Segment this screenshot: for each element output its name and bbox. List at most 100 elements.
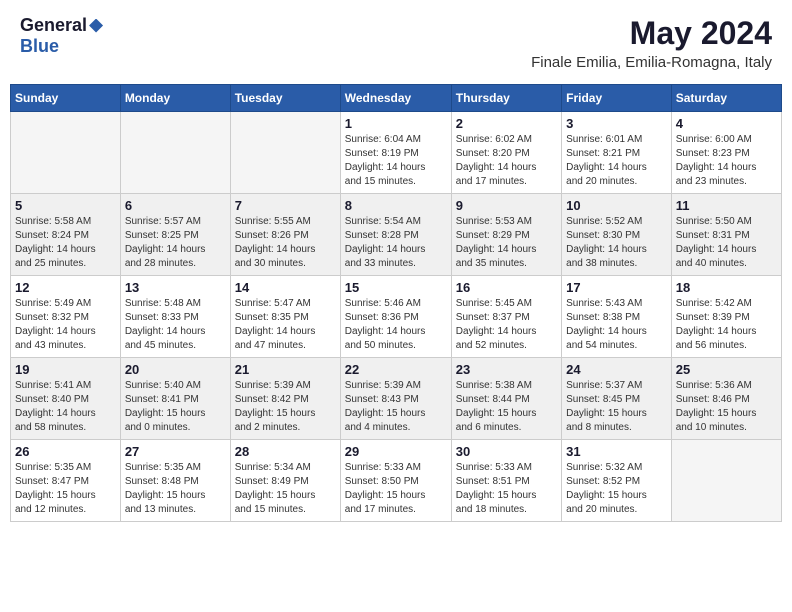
calendar-cell: 4Sunrise: 6:00 AM Sunset: 8:23 PM Daylig… [671,112,781,194]
day-info: Sunrise: 5:57 AM Sunset: 8:25 PM Dayligh… [125,215,226,271]
day-number: 14 [235,280,336,295]
logo-general-text: General [20,15,87,36]
day-header-monday: Monday [120,85,230,112]
day-number: 27 [125,444,226,459]
day-header-thursday: Thursday [451,85,561,112]
day-number: 21 [235,362,336,377]
day-header-wednesday: Wednesday [340,85,451,112]
day-info: Sunrise: 5:33 AM Sunset: 8:50 PM Dayligh… [345,461,447,517]
calendar-cell: 5 Sunrise: 5:58 AM Sunset: 8:24 PM Daylig… [11,194,121,276]
calendar-cell: 15 Sunrise: 5:46 AM Sunset: 8:36 PM Dayli… [340,276,451,358]
calendar-week-3: 12 Sunrise: 5:49 AM Sunset: 8:32 PM Dayli… [11,276,782,358]
day-info: Sunrise: 5:38 AM Sunset: 8:44 PM Dayligh… [456,379,557,435]
day-number: 11 [676,198,777,213]
day-info: Sunrise: 5:40 AM Sunset: 8:41 PM Dayligh… [125,379,226,435]
calendar-cell [11,112,121,194]
page-header: General Blue May 2024 Finale Emilia, Emi… [10,10,782,76]
calendar-cell: 8 Sunrise: 5:54 AM Sunset: 8:28 PM Daylig… [340,194,451,276]
calendar-week-5: 26Sunrise: 5:35 AM Sunset: 8:47 PM Dayli… [11,440,782,522]
calendar-cell: 19 Sunrise: 5:41 AM Sunset: 8:40 PM Dayli… [11,358,121,440]
calendar-cell: 16 Sunrise: 5:45 AM Sunset: 8:37 PM Dayli… [451,276,561,358]
day-number: 15 [345,280,447,295]
day-number: 3 [566,116,667,131]
calendar-week-1: 1 Sunrise: 6:04 AM Sunset: 8:19 PM Daylig… [11,112,782,194]
calendar-cell: 13 Sunrise: 5:48 AM Sunset: 8:33 PM Dayli… [120,276,230,358]
calendar-cell: 25 Sunrise: 5:36 AM Sunset: 8:46 PM Dayli… [671,358,781,440]
day-info: Sunrise: 6:02 AM Sunset: 8:20 PM Dayligh… [456,133,557,189]
day-number: 12 [15,280,116,295]
day-info: Sunrise: 5:52 AM Sunset: 8:30 PM Dayligh… [566,215,667,271]
day-number: 9 [456,198,557,213]
day-info: Sunrise: 5:58 AM Sunset: 8:24 PM Dayligh… [15,215,116,271]
day-info: Sunrise: 5:53 AM Sunset: 8:29 PM Dayligh… [456,215,557,271]
day-info: Sunrise: 5:35 AM Sunset: 8:48 PM Dayligh… [125,461,226,517]
day-number: 8 [345,198,447,213]
calendar-cell: 9 Sunrise: 5:53 AM Sunset: 8:29 PM Daylig… [451,194,561,276]
day-number: 16 [456,280,557,295]
day-info: Sunrise: 5:47 AM Sunset: 8:35 PM Dayligh… [235,297,336,353]
day-number: 4 [676,116,777,131]
calendar-cell: 24Sunrise: 5:37 AM Sunset: 8:45 PM Dayli… [562,358,672,440]
calendar-cell: 30 Sunrise: 5:33 AM Sunset: 8:51 PM Dayli… [451,440,561,522]
day-info: Sunrise: 5:54 AM Sunset: 8:28 PM Dayligh… [345,215,447,271]
calendar-cell: 31Sunrise: 5:32 AM Sunset: 8:52 PM Dayli… [562,440,672,522]
calendar-cell: 6 Sunrise: 5:57 AM Sunset: 8:25 PM Daylig… [120,194,230,276]
day-number: 1 [345,116,447,131]
day-number: 7 [235,198,336,213]
calendar-cell: 29Sunrise: 5:33 AM Sunset: 8:50 PM Dayli… [340,440,451,522]
calendar-cell [120,112,230,194]
calendar-cell [671,440,781,522]
calendar-cell: 21 Sunrise: 5:39 AM Sunset: 8:42 PM Dayli… [230,358,340,440]
day-number: 5 [15,198,116,213]
day-number: 23 [456,362,557,377]
day-number: 6 [125,198,226,213]
calendar-cell: 20Sunrise: 5:40 AM Sunset: 8:41 PM Dayli… [120,358,230,440]
day-number: 22 [345,362,447,377]
day-info: Sunrise: 5:43 AM Sunset: 8:38 PM Dayligh… [566,297,667,353]
day-number: 30 [456,444,557,459]
day-info: Sunrise: 6:04 AM Sunset: 8:19 PM Dayligh… [345,133,447,189]
day-number: 19 [15,362,116,377]
day-info: Sunrise: 5:50 AM Sunset: 8:31 PM Dayligh… [676,215,777,271]
day-info: Sunrise: 6:01 AM Sunset: 8:21 PM Dayligh… [566,133,667,189]
calendar-cell: 17 Sunrise: 5:43 AM Sunset: 8:38 PM Dayli… [562,276,672,358]
calendar-cell: 27 Sunrise: 5:35 AM Sunset: 8:48 PM Dayli… [120,440,230,522]
day-header-saturday: Saturday [671,85,781,112]
day-number: 13 [125,280,226,295]
calendar-cell: 23 Sunrise: 5:38 AM Sunset: 8:44 PM Dayli… [451,358,561,440]
calendar-cell: 26Sunrise: 5:35 AM Sunset: 8:47 PM Dayli… [11,440,121,522]
day-number: 17 [566,280,667,295]
calendar-cell: 1 Sunrise: 6:04 AM Sunset: 8:19 PM Daylig… [340,112,451,194]
day-number: 25 [676,362,777,377]
day-number: 18 [676,280,777,295]
calendar-cell: 2Sunrise: 6:02 AM Sunset: 8:20 PM Daylig… [451,112,561,194]
day-number: 28 [235,444,336,459]
day-header-friday: Friday [562,85,672,112]
logo-blue-text: Blue [20,36,59,57]
day-info: Sunrise: 5:33 AM Sunset: 8:51 PM Dayligh… [456,461,557,517]
day-info: Sunrise: 5:46 AM Sunset: 8:36 PM Dayligh… [345,297,447,353]
day-number: 24 [566,362,667,377]
calendar-cell: 18 Sunrise: 5:42 AM Sunset: 8:39 PM Dayli… [671,276,781,358]
day-info: Sunrise: 5:41 AM Sunset: 8:40 PM Dayligh… [15,379,116,435]
day-info: Sunrise: 5:55 AM Sunset: 8:26 PM Dayligh… [235,215,336,271]
calendar-cell: 10 Sunrise: 5:52 AM Sunset: 8:30 PM Dayli… [562,194,672,276]
logo-icon [89,19,103,33]
calendar-cell: 28 Sunrise: 5:34 AM Sunset: 8:49 PM Dayli… [230,440,340,522]
day-header-sunday: Sunday [11,85,121,112]
calendar-table: SundayMondayTuesdayWednesdayThursdayFrid… [10,84,782,522]
day-info: Sunrise: 5:39 AM Sunset: 8:42 PM Dayligh… [235,379,336,435]
day-info: Sunrise: 5:39 AM Sunset: 8:43 PM Dayligh… [345,379,447,435]
day-info: Sunrise: 5:34 AM Sunset: 8:49 PM Dayligh… [235,461,336,517]
day-info: Sunrise: 5:48 AM Sunset: 8:33 PM Dayligh… [125,297,226,353]
day-info: Sunrise: 5:36 AM Sunset: 8:46 PM Dayligh… [676,379,777,435]
day-number: 31 [566,444,667,459]
day-info: Sunrise: 5:45 AM Sunset: 8:37 PM Dayligh… [456,297,557,353]
day-number: 10 [566,198,667,213]
day-info: Sunrise: 5:49 AM Sunset: 8:32 PM Dayligh… [15,297,116,353]
day-info: Sunrise: 5:42 AM Sunset: 8:39 PM Dayligh… [676,297,777,353]
day-number: 26 [15,444,116,459]
title-block: May 2024 Finale Emilia, Emilia-Romagna, … [531,15,772,71]
calendar-cell: 14 Sunrise: 5:47 AM Sunset: 8:35 PM Dayli… [230,276,340,358]
calendar-cell: 22 Sunrise: 5:39 AM Sunset: 8:43 PM Dayli… [340,358,451,440]
